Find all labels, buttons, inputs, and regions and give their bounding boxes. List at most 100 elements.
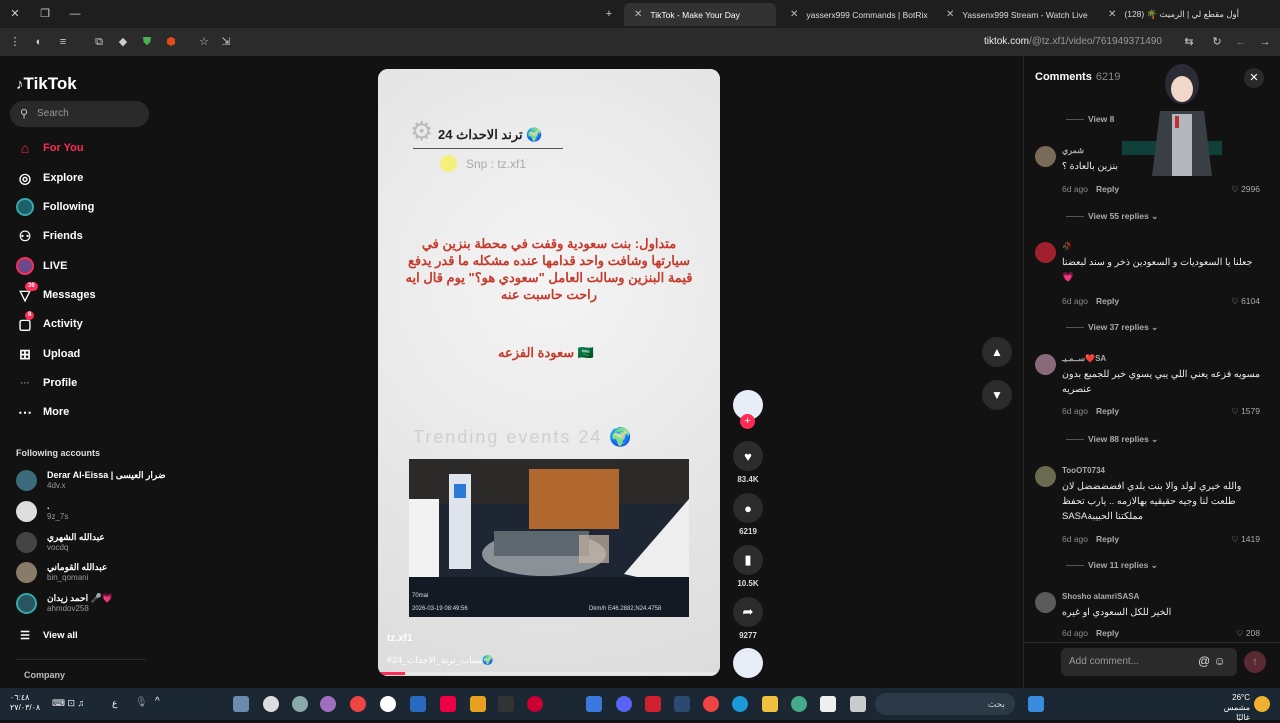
forward-icon[interactable]: ← bbox=[1234, 35, 1248, 49]
reply-button[interactable]: Reply bbox=[1096, 534, 1119, 544]
app-icon[interactable] bbox=[850, 696, 866, 712]
tab-tiktok[interactable]: ✕ TikTok - Make Your Day bbox=[624, 3, 776, 26]
nav-more[interactable]: ⋯ More bbox=[16, 401, 69, 423]
comment-like-button[interactable]: ♡ 6104 bbox=[1231, 296, 1260, 307]
app-icon[interactable] bbox=[470, 696, 486, 712]
view-replies-link[interactable]: View 37 replies ⌄ bbox=[1066, 322, 1158, 333]
app-icon[interactable] bbox=[292, 696, 308, 712]
steam-icon[interactable] bbox=[674, 696, 690, 712]
restore-icon[interactable]: ❐ bbox=[38, 7, 52, 21]
chrome-icon[interactable] bbox=[350, 696, 366, 712]
app-icon[interactable] bbox=[233, 696, 249, 712]
nav-friends[interactable]: ⚇ Friends bbox=[16, 225, 83, 247]
comment-username[interactable]: شمري bbox=[1062, 146, 1084, 155]
mention-icon[interactable]: @ bbox=[1198, 654, 1210, 668]
app-icon[interactable] bbox=[320, 696, 336, 712]
tab-youtube[interactable]: ✕ (128) 🌴 أول مقطع لي | الرميث bbox=[1098, 3, 1258, 26]
windows-start-icon[interactable] bbox=[1028, 696, 1044, 712]
company-link[interactable]: Company bbox=[24, 670, 65, 680]
store-icon[interactable] bbox=[820, 696, 836, 712]
save-button[interactable]: ▮ 10.5K bbox=[733, 545, 763, 588]
app-icon[interactable] bbox=[263, 696, 279, 712]
tiktok-logo[interactable]: ♪TikTok bbox=[16, 74, 77, 94]
comment-like-button[interactable]: ♡ 2996 bbox=[1231, 184, 1260, 195]
view-all-link[interactable]: ☰ View all bbox=[16, 624, 78, 646]
reply-button[interactable]: Reply bbox=[1096, 184, 1119, 194]
music-disc[interactable] bbox=[733, 648, 763, 678]
bookmark-star-icon[interactable]: ☆ bbox=[197, 35, 211, 49]
nav-profile[interactable]: ··· Profile bbox=[16, 372, 78, 394]
nav-upload[interactable]: ⊞ Upload bbox=[16, 343, 80, 365]
comment-like-button[interactable]: ♡ 1419 bbox=[1231, 534, 1260, 545]
minimize-icon[interactable]: — bbox=[68, 7, 82, 21]
comment-like-button[interactable]: ♡ 208 bbox=[1236, 628, 1260, 639]
tab-stream[interactable]: ✕ Yassenx999 Stream - Watch Live bbox=[936, 3, 1096, 26]
weather-widget[interactable]: 26°C مشمس غالبًا bbox=[1210, 693, 1250, 723]
reload-icon[interactable]: ↻ bbox=[1210, 35, 1224, 49]
reply-button[interactable]: Reply bbox=[1096, 296, 1119, 306]
system-clock[interactable]: ٠٦:٤٨ ٢٧/٠٣/٠٨ bbox=[10, 693, 40, 713]
view-replies-link[interactable]: View 11 replies ⌄ bbox=[1066, 560, 1158, 571]
view-replies-link[interactable]: View 8 bbox=[1066, 114, 1114, 124]
brave-icon[interactable]: ⬢ bbox=[164, 35, 178, 49]
avatar[interactable] bbox=[1035, 146, 1056, 167]
search-input[interactable]: ⚲ Search bbox=[10, 101, 149, 127]
epic-games-icon[interactable] bbox=[498, 696, 514, 712]
tune-icon[interactable]: ⇆ bbox=[1182, 35, 1196, 49]
like-button[interactable]: ♥ 83.4K bbox=[733, 441, 763, 484]
new-tab-icon[interactable]: + bbox=[602, 7, 616, 21]
nav-live[interactable]: LIVE bbox=[16, 255, 67, 277]
close-tab-icon[interactable]: ✕ bbox=[634, 9, 642, 20]
tab-botrix[interactable]: ✕ yasserx999 Commands | BotRix bbox=[780, 3, 930, 26]
extension-icon[interactable]: ◆ bbox=[116, 35, 130, 49]
language-indicator[interactable]: ع bbox=[112, 698, 117, 709]
view-replies-link[interactable]: View 88 replies ⌄ bbox=[1066, 434, 1158, 445]
previous-video-button[interactable]: ▲ bbox=[982, 337, 1012, 367]
nav-activity[interactable]: ▢ 8 Activity bbox=[16, 311, 83, 335]
close-tab-icon[interactable]: ✕ bbox=[790, 9, 798, 20]
tray-icons[interactable]: ⌨ ⊡ ♫ bbox=[52, 698, 84, 709]
app-icon[interactable] bbox=[645, 696, 661, 712]
share-button[interactable]: ➦ 9277 bbox=[733, 597, 763, 640]
comment-button[interactable]: ● 6219 bbox=[733, 493, 763, 536]
comment-username[interactable]: Shosho alamriSASA bbox=[1062, 592, 1139, 601]
nav-explore[interactable]: ◎ Explore bbox=[16, 167, 83, 189]
video-hashtag[interactable]: #24_سناب_ترند_الاحداث🌍 bbox=[387, 655, 493, 666]
emoji-icon[interactable]: ☺ bbox=[1214, 654, 1226, 668]
back-icon[interactable]: → bbox=[1258, 35, 1272, 49]
view-replies-link[interactable]: View 55 replies ⌄ bbox=[1066, 211, 1158, 222]
extension-icon[interactable]: ⧉ bbox=[92, 35, 106, 49]
window-menu-icon[interactable]: ✕ bbox=[8, 7, 22, 21]
video-author[interactable]: tz.xf1 bbox=[387, 633, 413, 644]
folder-icon[interactable] bbox=[762, 696, 778, 712]
avatar[interactable] bbox=[1035, 354, 1056, 375]
avatar[interactable] bbox=[1035, 242, 1056, 263]
discord-icon[interactable] bbox=[616, 696, 632, 712]
comment-like-button[interactable]: ♡ 1579 bbox=[1231, 406, 1260, 417]
chevron-up-icon[interactable]: ^ bbox=[155, 696, 160, 707]
follow-button[interactable]: + bbox=[740, 414, 755, 429]
nav-following[interactable]: Following bbox=[16, 196, 94, 218]
reply-button[interactable]: Reply bbox=[1096, 628, 1119, 638]
extension-icon[interactable]: ≡ bbox=[56, 35, 70, 49]
share-icon[interactable]: ⇲ bbox=[219, 35, 233, 49]
microphone-icon[interactable]: 🎙 bbox=[135, 697, 148, 708]
app-icon[interactable] bbox=[791, 696, 807, 712]
close-tab-icon[interactable]: ✕ bbox=[946, 9, 954, 20]
extension-icon[interactable]: ◐ bbox=[32, 35, 46, 49]
reply-button[interactable]: Reply bbox=[1096, 406, 1119, 416]
url-field[interactable]: tiktok.com/@tz.xf1/video/761949371490 bbox=[984, 36, 1162, 47]
shield-icon[interactable]: ⛊ bbox=[140, 35, 154, 49]
comment-username[interactable]: ســمـيـ❤️SA bbox=[1062, 354, 1106, 363]
app-icon[interactable] bbox=[380, 696, 396, 712]
video-player[interactable]: ⚙ ترند الاحداث 24 🌍 Snp : tz.xf1 متداول:… bbox=[378, 69, 720, 676]
app-icon[interactable] bbox=[440, 696, 456, 712]
edge-icon[interactable] bbox=[732, 696, 748, 712]
video-progress[interactable] bbox=[378, 672, 720, 675]
close-tab-icon[interactable]: ✕ bbox=[1108, 9, 1116, 20]
app-icon[interactable] bbox=[527, 696, 543, 712]
comment-username[interactable]: TooOT0734 bbox=[1062, 466, 1105, 475]
close-comments-button[interactable]: ✕ bbox=[1244, 68, 1264, 88]
avatar[interactable] bbox=[1035, 466, 1056, 487]
avatar[interactable] bbox=[1035, 592, 1056, 613]
